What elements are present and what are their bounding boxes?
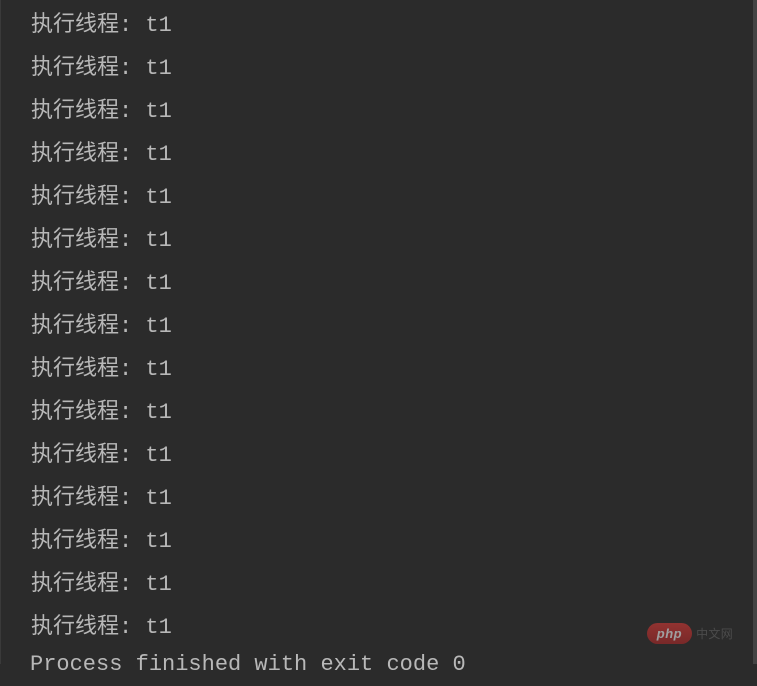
console-panel: 执行线程: t1 执行线程: t1 执行线程: t1 执行线程: t1 执行线程…	[0, 0, 757, 664]
watermark-text: 中文网	[696, 625, 733, 642]
output-line: 执行线程: t1	[9, 176, 753, 219]
output-line: 执行线程: t1	[9, 4, 753, 47]
console-output: 执行线程: t1 执行线程: t1 执行线程: t1 执行线程: t1 执行线程…	[9, 4, 753, 649]
output-line: 执行线程: t1	[9, 563, 753, 606]
output-line: 执行线程: t1	[9, 391, 753, 434]
watermark-badge: php	[647, 623, 692, 644]
output-line: 执行线程: t1	[9, 133, 753, 176]
output-line: 执行线程: t1	[9, 434, 753, 477]
process-exit-message: Process finished with exit code 0	[8, 643, 466, 686]
output-line: 执行线程: t1	[9, 305, 753, 348]
output-line: 执行线程: t1	[9, 262, 753, 305]
output-line: 执行线程: t1	[9, 47, 753, 90]
output-line: 执行线程: t1	[9, 348, 753, 391]
watermark: php 中文网	[647, 623, 733, 644]
output-line: 执行线程: t1	[9, 219, 753, 262]
output-line: 执行线程: t1	[9, 90, 753, 133]
output-line: 执行线程: t1	[9, 477, 753, 520]
output-line: 执行线程: t1	[9, 520, 753, 563]
